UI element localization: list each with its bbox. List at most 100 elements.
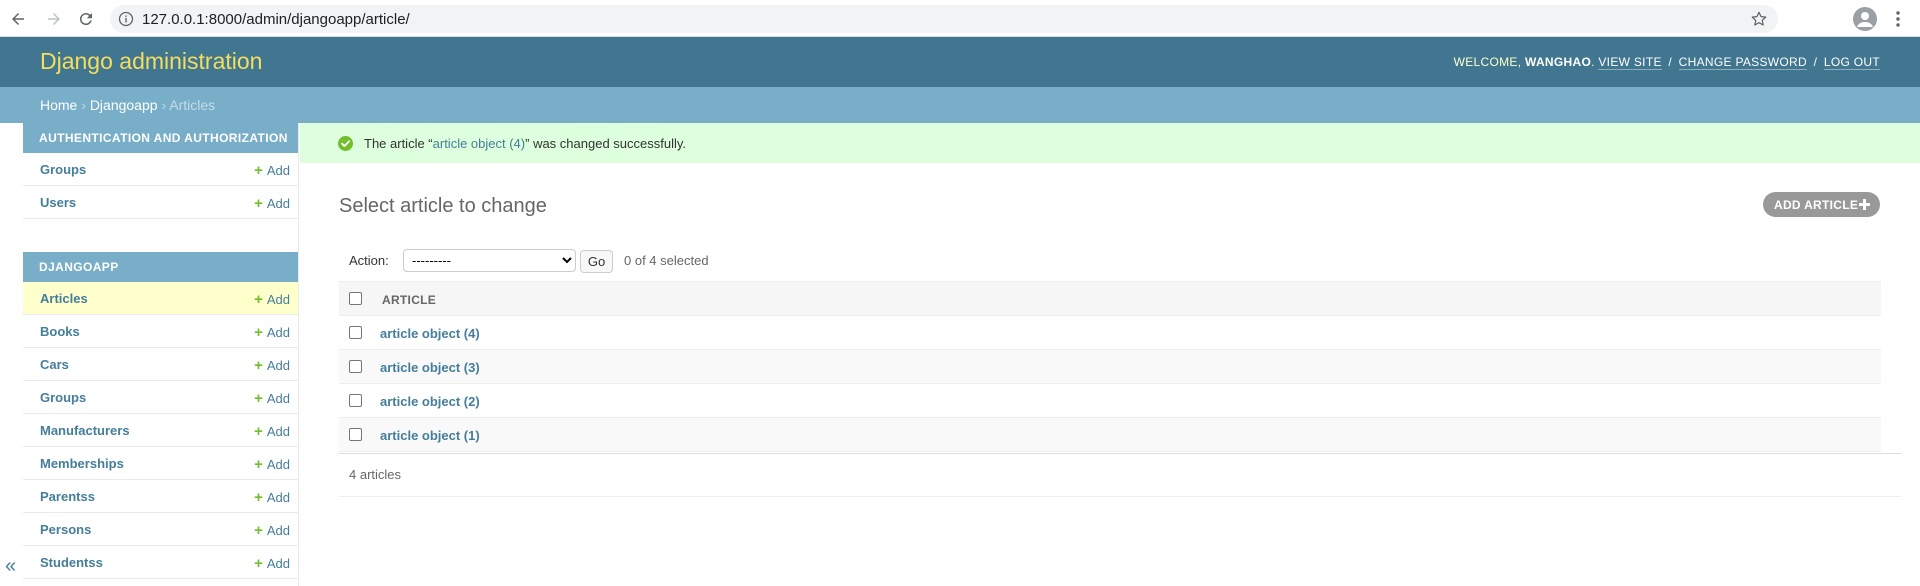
action-label: Action: (349, 253, 389, 268)
sidebar-item-link[interactable]: Groups (40, 162, 86, 177)
success-check-icon (338, 136, 353, 151)
select-all-checkbox[interactable] (349, 292, 362, 305)
address-bar[interactable]: 127.0.0.1:8000/admin/djangoapp/article/ (110, 5, 1778, 33)
browser-toolbar: 127.0.0.1:8000/admin/djangoapp/article/ (0, 0, 1920, 37)
go-button[interactable]: Go (580, 250, 613, 273)
table-row: article object (1) (339, 418, 1881, 452)
sidebar-item-cars: Cars + Add (23, 348, 298, 381)
log-out-link[interactable]: Log out (1823, 55, 1880, 70)
plus-icon (1859, 199, 1870, 210)
breadcrumb: Home › Djangoapp › Articles (0, 87, 1920, 123)
plus-icon: + (254, 357, 263, 374)
plus-icon: + (254, 489, 263, 506)
add-link[interactable]: + Add (254, 195, 290, 212)
module-caption-djangoapp[interactable]: Djangoapp (23, 252, 298, 282)
plus-icon: + (254, 195, 263, 212)
row-checkbox[interactable] (349, 326, 362, 339)
breadcrumb-separator: › (161, 97, 167, 113)
breadcrumb-app[interactable]: Djangoapp (90, 97, 158, 113)
sidebar-item-link[interactable]: Studentss (40, 555, 103, 570)
message-object-link[interactable]: article object (4) (433, 136, 525, 151)
breadcrumb-separator: › (81, 97, 86, 113)
breadcrumb-home[interactable]: Home (40, 97, 77, 113)
sidebar-item-parentss: Parentss + Add (23, 480, 298, 513)
view-site-link[interactable]: View site (1598, 55, 1662, 70)
add-link[interactable]: + Add (254, 522, 290, 539)
sidebar-item-memberships: Memberships + Add (23, 447, 298, 480)
plus-icon: + (254, 522, 263, 539)
sidebar-item-manufacturers: Manufacturers + Add (23, 414, 298, 447)
profile-icon[interactable] (1853, 7, 1877, 31)
sidebar-item-link[interactable]: Groups (40, 390, 86, 405)
sidebar-item-articles: Articles + Add (23, 282, 298, 315)
selection-counter: 0 of 4 selected (624, 253, 709, 268)
column-header-article[interactable]: Article (382, 293, 436, 307)
add-link[interactable]: + Add (254, 357, 290, 374)
change-password-link[interactable]: Change password (1678, 55, 1807, 70)
forward-arrow-icon[interactable] (42, 7, 66, 31)
table-header: Article (339, 281, 1881, 316)
sidebar-item-studentss: Studentss + Add (23, 546, 298, 579)
sidebar-item-books: Books + Add (23, 315, 298, 348)
separator: / (1668, 55, 1673, 69)
sidebar-item-link[interactable]: Cars (40, 357, 69, 372)
row-checkbox[interactable] (349, 360, 362, 373)
sidebar-item-link[interactable]: Manufacturers (40, 423, 130, 438)
reload-icon[interactable] (74, 7, 98, 31)
module-caption-auth[interactable]: Authentication and Authorization (23, 123, 298, 153)
add-link[interactable]: + Add (254, 555, 290, 572)
plus-icon: + (254, 324, 263, 341)
add-link[interactable]: + Add (254, 390, 290, 407)
sidebar-item-link[interactable]: Users (40, 195, 76, 210)
add-link[interactable]: + Add (254, 291, 290, 308)
add-link[interactable]: + Add (254, 324, 290, 341)
row-link[interactable]: article object (4) (380, 326, 480, 341)
add-article-button[interactable]: Add article (1763, 192, 1880, 217)
result-list: Article article object (4) article objec… (339, 281, 1881, 452)
breadcrumb-current: Articles (169, 97, 216, 113)
row-checkbox[interactable] (349, 394, 362, 407)
row-link[interactable]: article object (2) (380, 394, 480, 409)
url-text[interactable]: 127.0.0.1:8000/admin/djangoapp/article/ (142, 11, 410, 28)
table-row: article object (4) (339, 316, 1881, 350)
sidebar-item-link[interactable]: Persons (40, 522, 91, 537)
success-message: The article “article object (4)” was cha… (300, 123, 1920, 163)
add-link[interactable]: + Add (254, 489, 290, 506)
action-bar: Action: --------- Go 0 of 4 selected (339, 246, 1881, 281)
sidebar-item-link[interactable]: Books (40, 324, 80, 339)
sidebar-item-persons: Persons + Add (23, 513, 298, 546)
table-row: article object (2) (339, 384, 1881, 418)
welcome-text: Welcome, (1453, 55, 1525, 69)
action-select[interactable]: --------- (403, 249, 576, 272)
sidebar-item-link[interactable]: Memberships (40, 456, 124, 471)
plus-icon: + (254, 423, 263, 440)
plus-icon: + (254, 456, 263, 473)
sidebar-item-users: Users + Add (23, 186, 298, 219)
add-article-label: Add article (1774, 198, 1859, 212)
row-checkbox[interactable] (349, 428, 362, 441)
paginator: 4 articles (339, 453, 1901, 497)
sidebar-collapse-button[interactable]: « (5, 555, 16, 578)
row-link[interactable]: article object (1) (380, 428, 480, 443)
plus-icon: + (254, 162, 263, 179)
site-name[interactable]: Django administration (40, 48, 262, 75)
sidebar-item-groups: Groups + Add (23, 381, 298, 414)
add-link[interactable]: + Add (254, 456, 290, 473)
sidebar-item-link[interactable]: Parentss (40, 489, 95, 504)
row-link[interactable]: article object (3) (380, 360, 480, 375)
add-link[interactable]: + Add (254, 423, 290, 440)
nav-sidebar: Authentication and Authorization Groups … (23, 123, 299, 586)
table-row: article object (3) (339, 350, 1881, 384)
plus-icon: + (254, 555, 263, 572)
sidebar-item-link[interactable]: Articles (40, 291, 88, 306)
site-header: Django administration Welcome, wanghao. … (0, 37, 1920, 87)
add-link[interactable]: + Add (254, 162, 290, 179)
info-icon[interactable] (118, 11, 134, 27)
username: wanghao (1524, 55, 1592, 69)
separator: / (1813, 55, 1818, 69)
back-arrow-icon[interactable] (6, 7, 30, 31)
kebab-menu-icon[interactable] (1890, 9, 1906, 29)
sidebar-item-groups: Groups + Add (23, 153, 298, 186)
star-icon[interactable] (1750, 10, 1768, 28)
result-count: 4 articles (349, 467, 402, 482)
